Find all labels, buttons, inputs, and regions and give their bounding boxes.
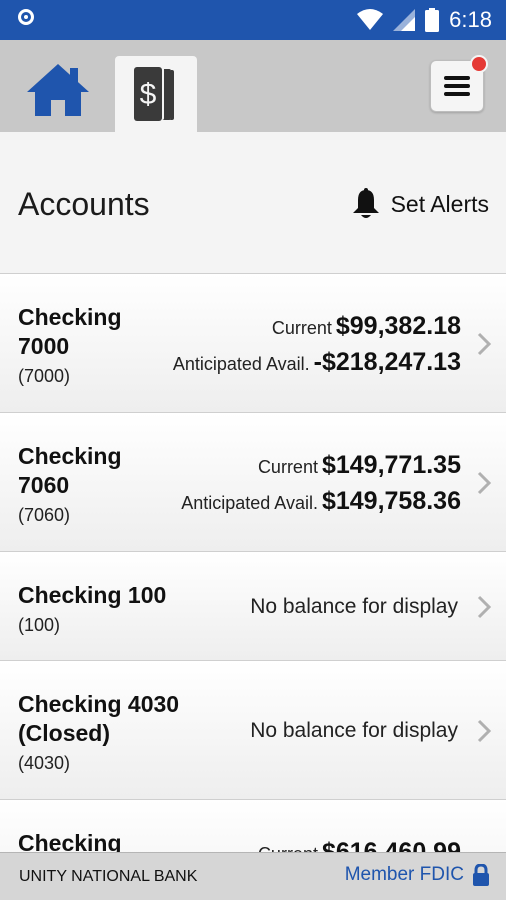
- notification-dot: [470, 55, 488, 73]
- anticipated-balance: Anticipated Avail. $149,758.36: [181, 487, 461, 515]
- svg-text:$: $: [140, 78, 157, 111]
- account-number: (100): [18, 615, 61, 635]
- fdic-label: Member FDIC: [344, 864, 464, 885]
- status-time: 6:18: [449, 7, 492, 32]
- chevron-right-icon: [477, 471, 492, 495]
- account-row[interactable]: Checking Current $616,460.99: [0, 800, 506, 852]
- account-row[interactable]: Checking 100 (100) No balance for displa…: [0, 552, 506, 661]
- chevron-right-icon: [477, 719, 492, 743]
- wifi-icon: [357, 9, 384, 30]
- current-balance: Current $99,382.18: [271, 312, 461, 340]
- home-icon: [27, 64, 89, 116]
- tab-accounts[interactable]: $: [115, 56, 197, 132]
- account-row[interactable]: Checking 4030 (Closed) (4030) No balance…: [0, 661, 506, 800]
- bell-icon: [352, 188, 379, 218]
- current-balance: Current $149,771.35: [257, 451, 461, 479]
- chevron-right-icon: [477, 332, 492, 356]
- account-row[interactable]: Checking 7000 (7000) Current $99,382.18 …: [0, 274, 506, 413]
- account-name: Checking 7060: [18, 443, 122, 498]
- account-row[interactable]: Checking 7060 (7060) Current $149,771.35…: [0, 413, 506, 552]
- no-balance-text: No balance for display: [250, 719, 458, 742]
- lock-icon: [473, 864, 489, 886]
- menu-button[interactable]: [430, 55, 488, 112]
- account-name: Checking 7000: [18, 304, 122, 359]
- accounts-header: Accounts Set Alerts: [0, 132, 506, 274]
- anticipated-balance: Anticipated Avail. -$218,247.13: [172, 348, 461, 376]
- account-number: (7000): [18, 366, 71, 386]
- battery-icon: [425, 8, 440, 32]
- chevron-right-icon: [477, 595, 492, 619]
- tab-home[interactable]: [25, 62, 91, 118]
- notification-circle-icon: [18, 9, 34, 25]
- hamburger-menu-icon: [444, 76, 470, 96]
- current-balance: Current $616,460.99: [258, 838, 461, 852]
- page-title: Accounts: [18, 186, 150, 222]
- top-nav: $: [0, 40, 506, 132]
- bank-name: UNITY NATIONAL BANK: [19, 868, 198, 885]
- account-name: Checking 4030 (Closed): [18, 691, 180, 746]
- account-number: (7060): [18, 505, 71, 525]
- status-bar: 6:18: [0, 0, 506, 40]
- set-alerts-label: Set Alerts: [390, 190, 489, 217]
- set-alerts-button[interactable]: Set Alerts: [351, 188, 489, 220]
- cell-signal-icon: [393, 9, 416, 31]
- member-fdic-link[interactable]: Member FDIC: [345, 864, 490, 886]
- account-name: Checking: [18, 830, 122, 852]
- status-icons: 6:18: [357, 6, 492, 34]
- dollar-bills-icon: $: [134, 66, 174, 121]
- account-list: Checking 7000 (7000) Current $99,382.18 …: [0, 274, 506, 852]
- no-balance-text: No balance for display: [250, 595, 458, 618]
- footer: UNITY NATIONAL BANK Member FDIC: [0, 852, 506, 900]
- account-name: Checking 100: [18, 582, 167, 608]
- account-number: (4030): [18, 753, 71, 773]
